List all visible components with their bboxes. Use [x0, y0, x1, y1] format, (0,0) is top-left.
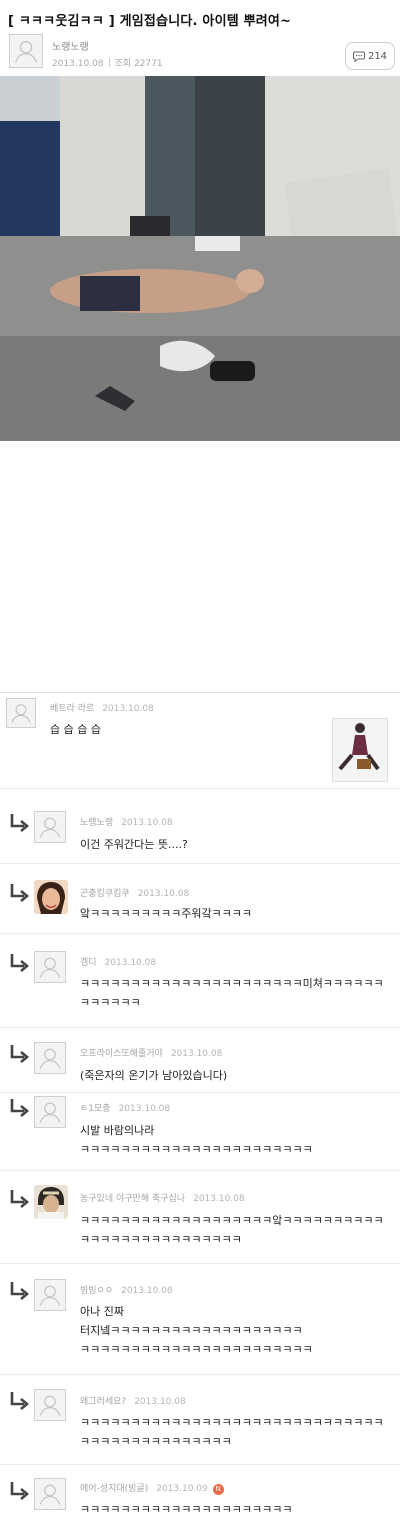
commenter-avatar[interactable] [34, 1279, 66, 1311]
reply-arrow-icon [10, 1392, 30, 1410]
default-avatar-icon [39, 957, 61, 978]
comment-text: 아나 진짜 터지넼ㅋㅋㅋㅋㅋㅋㅋㅋㅋㅋㅋㅋㅋㅋㅋㅋㅋㅋㅋ ㅋㅋㅋㅋㅋㅋㅋㅋㅋㅋㅋ… [80, 1305, 313, 1356]
comment-date: 2013.10.08 [104, 958, 157, 968]
author-name[interactable]: 노랭노랭 [52, 38, 89, 53]
default-avatar-icon [39, 817, 61, 838]
comment-date: 2013.10.08 [137, 889, 190, 899]
commenter-avatar[interactable] [34, 1042, 66, 1074]
comment-author[interactable]: 노랭노랭 [80, 818, 113, 828]
commenter-avatar[interactable] [34, 1389, 66, 1421]
comment-text: 습 습 습 습 [50, 723, 101, 736]
comment-text: ㅋㅋㅋㅋㅋㅋㅋㅋㅋㅋㅋㅋㅋㅋㅋㅋㅋㅋㅋㅋㅋㅋ미쳐ㅋㅋㅋㅋㅋㅋㅋㅋㅋㅋㅋㅋ [80, 977, 384, 1009]
comment-author-line: 왜그러세요? 2013.10.08 [80, 1394, 186, 1407]
comment-count: 214 [367, 50, 388, 62]
new-badge: N [212, 1484, 224, 1495]
comment-author[interactable]: 왜그러세요? [80, 1397, 126, 1407]
comment-author-line: ㅌ1모충 2013.10.08 [80, 1101, 170, 1114]
reply-arrow-icon [10, 1045, 30, 1063]
author-avatar[interactable] [9, 34, 43, 68]
comment-separator [0, 1170, 400, 1171]
comment-date: 2013.10.08 [121, 1286, 173, 1296]
comment-author[interactable]: 오프라이스또해줄거야 [80, 1049, 163, 1059]
comment-text: 시발 바람의나라 ㅋㅋㅋㅋㅋㅋㅋㅋㅋㅋㅋㅋㅋㅋㅋㅋㅋㅋㅋㅋㅋㅋㅋ [80, 1124, 313, 1156]
comment-separator [0, 1263, 400, 1264]
default-avatar-icon [39, 1285, 61, 1306]
profile-photo-icon [34, 1185, 68, 1219]
comment-text: ㅋㅋㅋㅋㅋㅋㅋㅋㅋㅋㅋㅋㅋㅋㅋㅋㅋㅋㅋ앜ㅋㅋㅋㅋㅋㅋㅋㅋㅋㅋㅋㅋㅋㅋㅋㅋㅋㅋㅋㅋ… [80, 1214, 384, 1246]
post-meta: 2013.10.08 조회 22771 [52, 56, 163, 69]
comment-author-line: 곤충킹쿠킹쿠 2013.10.08 [80, 886, 189, 899]
reply-arrow-icon [10, 814, 30, 832]
comment-date: 2013.10.08 [170, 1049, 223, 1059]
default-avatar-icon [39, 1048, 61, 1069]
comment-count-button[interactable]: 214 [345, 42, 395, 70]
commenter-avatar[interactable] [6, 698, 36, 728]
comment-author[interactable]: 곤충킹쿠킹쿠 [80, 889, 130, 899]
default-avatar-icon [15, 40, 37, 63]
reply-arrow-icon [10, 1482, 30, 1500]
comment-author-line: 겜디 2013.10.08 [80, 955, 156, 968]
views-label: 조회 [114, 59, 132, 69]
default-avatar-icon [39, 1102, 61, 1123]
comment-attached-image[interactable] [332, 718, 388, 782]
comment-text: 이건 주워간다는 뜻....? [80, 838, 188, 851]
comment-author-line: 빙빙ㅇㅇ 2013.10.08 [80, 1283, 173, 1296]
post-title: [ ㅋㅋㅋ웃김ㅋㅋ ] 게임접습니다. 아이템 뿌려여~ [8, 14, 292, 29]
comment-author-line: 베트라 라르 2013.10.08 [50, 701, 154, 714]
content-divider [0, 692, 400, 693]
comment-separator [0, 933, 400, 934]
comment-separator [0, 1464, 400, 1465]
profile-photo-icon [34, 880, 68, 914]
comment-author[interactable]: 겜디 [80, 958, 97, 968]
view-count: 22771 [133, 59, 163, 69]
comment-separator [0, 1027, 400, 1028]
default-avatar-icon [11, 704, 31, 724]
comment-text: ㅋㅋㅋㅋㅋㅋㅋㅋㅋㅋㅋㅋㅋㅋㅋㅋㅋㅋㅋㅋㅋㅋㅋㅋㅋㅋㅋㅋㅋㅋㅋㅋㅋㅋㅋㅋㅋㅋㅋㅋ… [80, 1416, 384, 1448]
comment-text: 앜ㅋㅋㅋㅋㅋㅋㅋㅋㅋ주워갘ㅋㅋㅋㅋ [80, 907, 253, 920]
default-avatar-icon [39, 1484, 61, 1505]
comment-author-line: 노랭노랭 2013.10.08 [80, 815, 173, 828]
comment-separator [0, 1374, 400, 1375]
comment-author-line: 에어-성지대(빙글) 2013.10.09 N [80, 1481, 224, 1495]
reply-arrow-icon [10, 884, 30, 902]
comment-date: 2013.10.08 [193, 1194, 245, 1204]
commenter-avatar[interactable] [34, 811, 66, 843]
comment-date: 2013.10.08 [102, 704, 154, 714]
comment-separator [0, 863, 400, 864]
commenter-avatar[interactable] [34, 1478, 66, 1510]
post-photo [0, 76, 400, 441]
comment-date: 2013.10.08 [118, 1104, 171, 1114]
comment-author[interactable]: 베트라 라르 [50, 704, 94, 714]
speech-bubble-icon [352, 51, 365, 62]
comment-author-line: 농구있네 야구만해 축구십나 2013.10.08 [80, 1191, 245, 1204]
comment-text: (죽은자의 온기가 남아있습니다) [80, 1069, 228, 1082]
comment-text: ㅋㅋㅋㅋㅋㅋㅋㅋㅋㅋㅋㅋㅋㅋㅋㅋㅋㅋㅋㅋㅋ [80, 1503, 293, 1516]
commenter-avatar[interactable] [34, 1185, 68, 1219]
comment-date: 2013.10.09 [156, 1484, 208, 1494]
post-date: 2013.10.08 [52, 59, 104, 69]
reply-arrow-icon [10, 954, 30, 972]
comment-author[interactable]: 빙빙ㅇㅇ [80, 1286, 113, 1296]
comment-author-line: 오프라이스또해줄거야 2013.10.08 [80, 1046, 222, 1059]
commenter-avatar[interactable] [34, 880, 68, 914]
comment-date: 2013.10.08 [134, 1397, 186, 1407]
default-avatar-icon [39, 1395, 61, 1416]
comment-date: 2013.10.08 [121, 818, 173, 828]
reply-arrow-icon [10, 1190, 30, 1208]
comment-author[interactable]: 농구있네 야구만해 축구십나 [80, 1194, 185, 1204]
meta-separator [108, 58, 110, 67]
comment-author[interactable]: 에어-성지대(빙글) [80, 1484, 148, 1494]
reply-arrow-icon [10, 1282, 30, 1300]
comment-separator [0, 788, 400, 789]
commenter-avatar[interactable] [34, 1096, 66, 1128]
comment-separator [0, 1092, 400, 1093]
comment-author[interactable]: ㅌ1모충 [80, 1104, 111, 1114]
commenter-avatar[interactable] [34, 951, 66, 983]
reply-arrow-icon [10, 1099, 30, 1117]
